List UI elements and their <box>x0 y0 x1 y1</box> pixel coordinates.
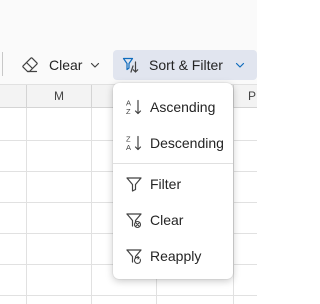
gridline <box>233 108 234 304</box>
ribbon-toolbar: Clear Sort & Filter <box>0 0 257 85</box>
chevron-down-icon <box>235 62 245 68</box>
menu-item-label: Descending <box>150 135 224 151</box>
gridline <box>26 108 27 304</box>
sort-filter-button[interactable]: Sort & Filter <box>113 50 257 80</box>
chevron-down-icon <box>90 62 100 68</box>
column-header-label: M <box>54 89 64 103</box>
column-header-label: P <box>248 89 257 103</box>
menu-item-clear-filter[interactable]: Clear <box>117 203 229 237</box>
menu-divider <box>113 163 233 164</box>
menu-item-label: Reapply <box>150 248 202 264</box>
filter-clear-icon <box>126 213 142 229</box>
spreadsheet-app: Clear Sort & Filter M P A Z Ascending Z … <box>0 0 257 304</box>
menu-item-descending[interactable]: Z A Descending <box>117 126 229 160</box>
sort-ascending-icon: A Z <box>126 99 142 116</box>
sort-filter-icon <box>122 57 139 73</box>
gridline <box>91 108 92 304</box>
sort-descending-icon: Z A <box>126 135 142 152</box>
eraser-icon <box>22 57 38 73</box>
column-header[interactable] <box>0 85 27 107</box>
menu-item-label: Filter <box>150 176 182 192</box>
filter-reapply-icon <box>126 249 142 264</box>
clear-button[interactable]: Clear <box>13 50 107 80</box>
svg-text:A: A <box>126 143 131 152</box>
menu-item-reapply[interactable]: Reapply <box>117 239 229 273</box>
menu-item-label: Clear <box>150 212 184 228</box>
clear-button-label: Clear <box>49 57 83 73</box>
ribbon-separator <box>2 52 3 76</box>
column-header-m[interactable]: M <box>27 85 92 107</box>
menu-item-filter[interactable]: Filter <box>117 167 229 201</box>
gridline <box>0 295 257 296</box>
sort-filter-button-label: Sort & Filter <box>149 57 223 73</box>
menu-item-label: Ascending <box>150 99 216 115</box>
svg-text:Z: Z <box>126 107 131 116</box>
sort-filter-menu: A Z Ascending Z A Descending Filter Clea… <box>113 83 233 279</box>
menu-item-ascending[interactable]: A Z Ascending <box>117 90 229 124</box>
filter-icon <box>126 177 142 192</box>
column-header-p[interactable]: P <box>234 85 257 107</box>
